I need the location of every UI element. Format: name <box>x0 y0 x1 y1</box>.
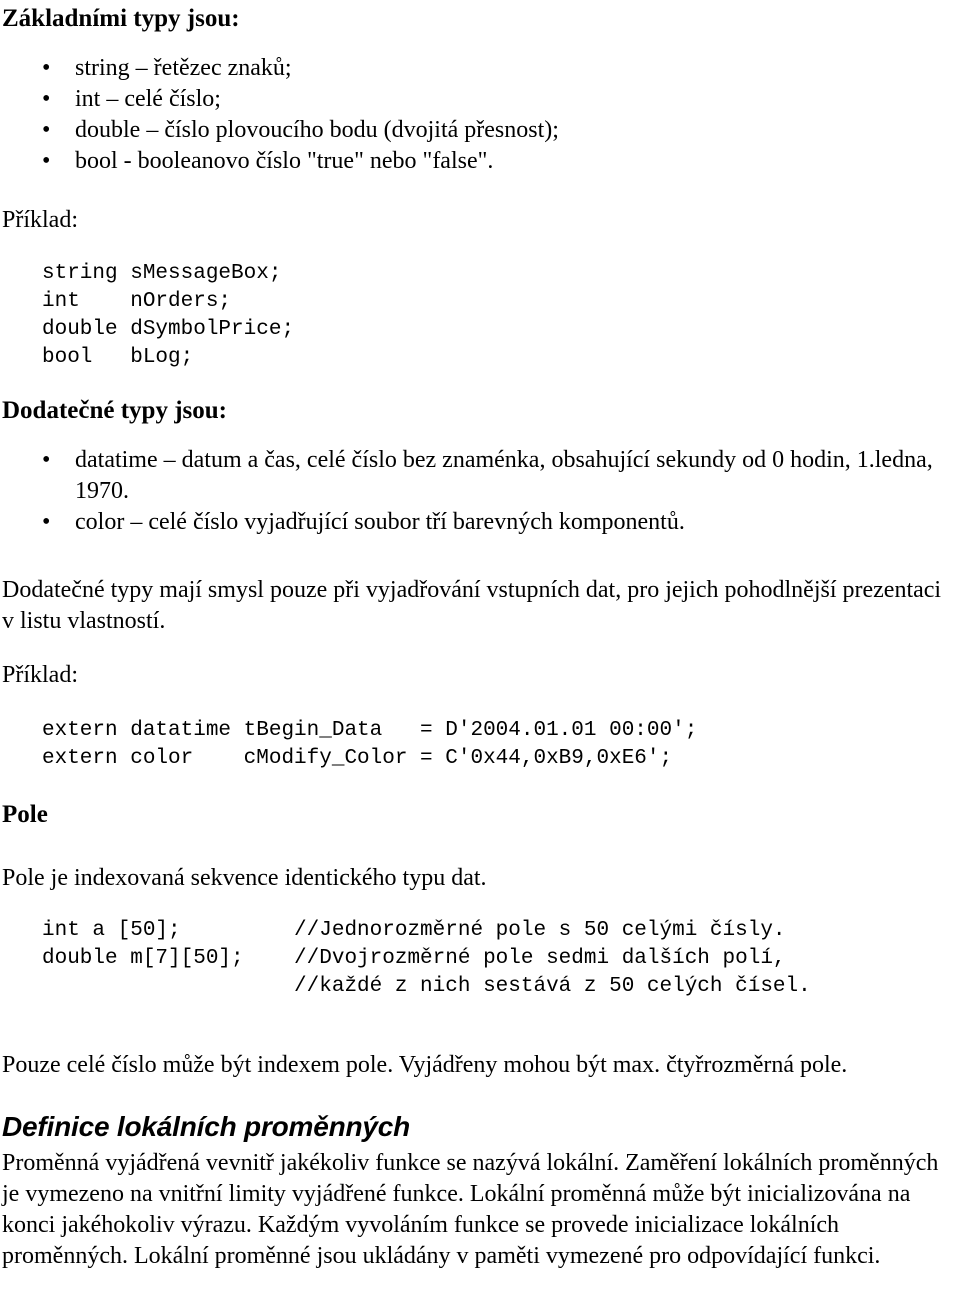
bullet-icon: • <box>42 55 51 81</box>
paragraph-arrays-outro: Pouze celé číslo může být indexem pole. … <box>2 1052 848 1078</box>
heading-basic-types: Základními typy jsou: <box>2 5 240 32</box>
list-item-label: string – řetězec znaků; <box>75 55 292 81</box>
list-additional-types: • datatime – datum a čas, celé číslo bez… <box>0 445 940 538</box>
list-item: • double – číslo plovoucího bodu (dvojit… <box>0 115 940 146</box>
code-block-arrays: int a [50]; //Jednorozměrné pole s 50 ce… <box>42 919 811 998</box>
paragraph-arrays-intro: Pole je indexovaná sekvence identického … <box>2 865 487 891</box>
list-item-label: datatime – datum a čas, celé číslo bez z… <box>75 447 933 504</box>
bullet-icon: • <box>42 117 51 143</box>
list-item-label: int – celé číslo; <box>75 86 221 112</box>
paragraph-additional-types: Dodatečné typy mají smysl pouze při vyja… <box>2 577 942 634</box>
list-item-label: color – celé číslo vyjadřující soubor tř… <box>75 509 685 535</box>
list-item: • int – celé číslo; <box>0 84 940 115</box>
example-label-basic-types: Příklad: <box>2 207 78 233</box>
heading-local-variables: Definice lokálních proměnných <box>2 1111 411 1142</box>
list-item: • color – celé číslo vyjadřující soubor … <box>0 507 940 538</box>
bullet-icon: • <box>42 148 51 174</box>
code-block-basic-types: string sMessageBox; int nOrders; double … <box>42 262 295 369</box>
list-item-label: bool - booleanovo číslo "true" nebo "fal… <box>75 148 494 174</box>
example-label-additional-types: Příklad: <box>2 662 78 688</box>
list-item-label: double – číslo plovoucího bodu (dvojitá … <box>75 117 559 143</box>
list-item: • bool - booleanovo číslo "true" nebo "f… <box>0 146 940 177</box>
document-page: Základními typy jsou: • string – řetězec… <box>0 0 960 1299</box>
bullet-icon: • <box>42 509 51 535</box>
list-basic-types: • string – řetězec znaků; • int – celé č… <box>0 53 940 177</box>
heading-additional-types: Dodatečné typy jsou: <box>2 397 227 424</box>
paragraph-local-variables: Proměnná vyjádřená vevnitř jakékoliv fun… <box>2 1150 939 1269</box>
bullet-icon: • <box>42 86 51 112</box>
code-block-additional-types: extern datatime tBegin_Data = D'2004.01.… <box>42 719 698 770</box>
list-item: • string – řetězec znaků; <box>0 53 940 84</box>
list-item: • datatime – datum a čas, celé číslo bez… <box>0 445 940 507</box>
heading-arrays: Pole <box>2 801 48 828</box>
bullet-icon: • <box>42 447 51 473</box>
